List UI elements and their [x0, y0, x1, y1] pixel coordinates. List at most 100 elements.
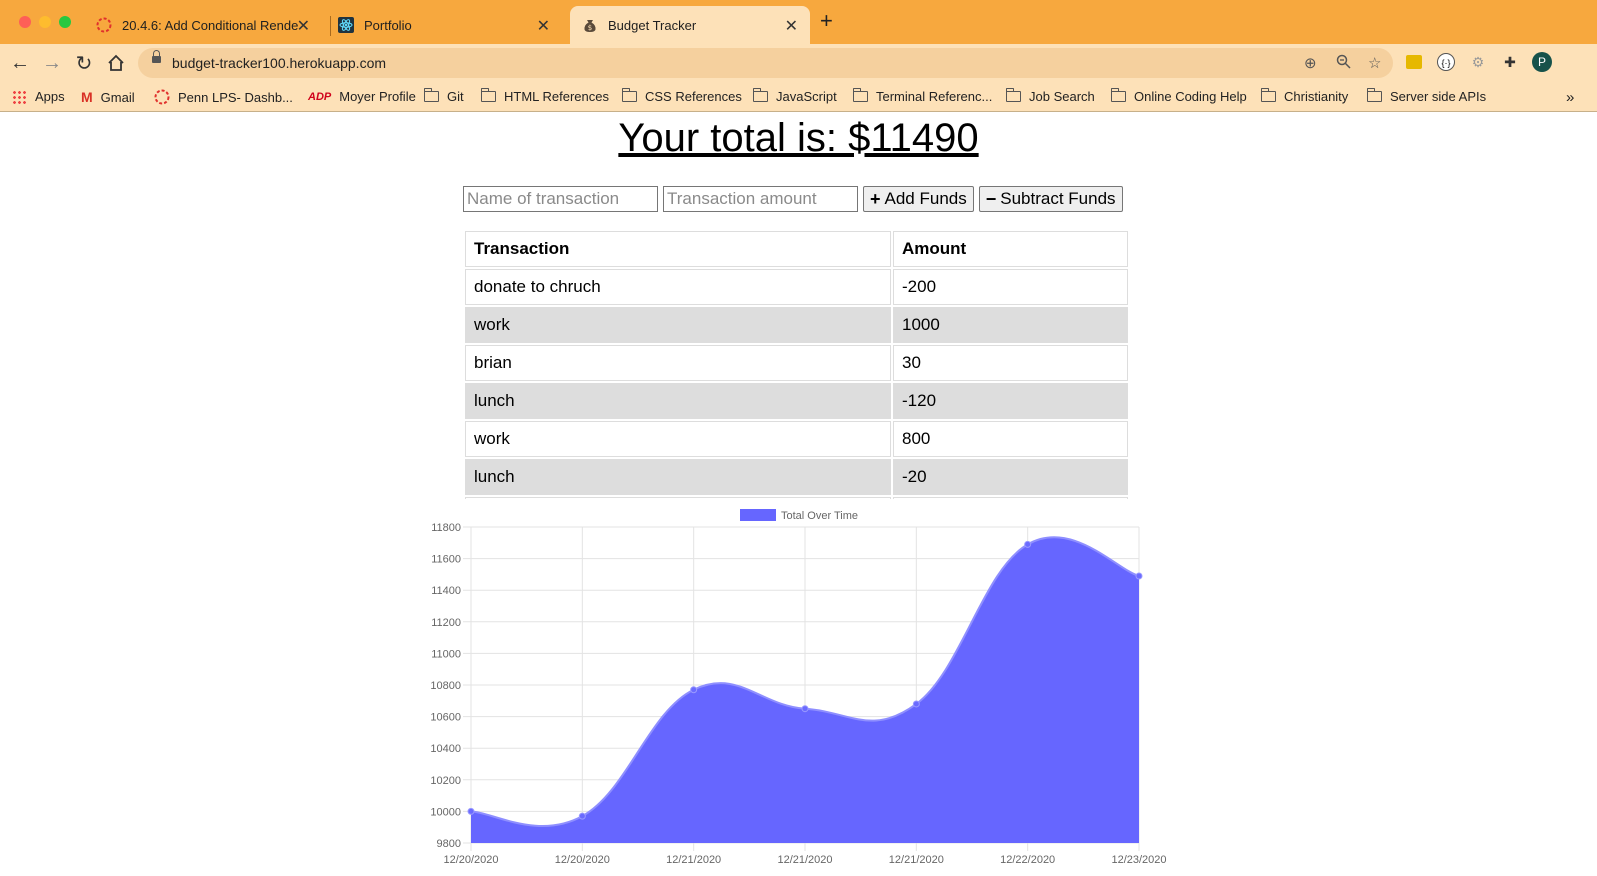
- bookmark-label: JavaScript: [776, 89, 837, 104]
- tab-conditional-rendering[interactable]: 20.4.6: Add Conditional Rende ✕: [96, 6, 322, 44]
- bookmark-server-side-apis[interactable]: Server side APIs: [1366, 88, 1487, 104]
- folder-icon: [423, 88, 439, 102]
- bookmark-label: HTML References: [504, 89, 609, 104]
- back-arrow-icon[interactable]: ←: [8, 51, 32, 75]
- add-funds-label: Add Funds: [884, 189, 967, 208]
- x-tick-label: 12/20/2020: [555, 854, 610, 866]
- transaction-amount-input[interactable]: [663, 186, 858, 212]
- minus-icon: −: [985, 188, 997, 209]
- url-text: budget-tracker100.herokuapp.com: [172, 55, 387, 71]
- bookmark-html-references[interactable]: HTML References: [480, 88, 609, 104]
- bookmark-label: Online Coding Help: [1134, 89, 1247, 104]
- home-icon[interactable]: [104, 51, 128, 75]
- transactions-table: Transaction Amount donate to chruch -200 …: [463, 229, 1130, 499]
- close-tab-icon[interactable]: ✕: [297, 16, 310, 36]
- svg-text:$: $: [588, 24, 592, 32]
- extensions-puzzle-icon[interactable]: ✚: [1500, 52, 1520, 72]
- bookmark-star-icon[interactable]: ☆: [1368, 54, 1381, 72]
- folder-icon: [1110, 88, 1126, 102]
- table-header-row: Transaction Amount: [465, 231, 1128, 267]
- transaction-name-cell: [465, 497, 891, 499]
- data-point: [467, 807, 475, 815]
- y-tick-label: 11400: [431, 585, 461, 597]
- bookmark-christianity[interactable]: Christianity: [1260, 88, 1348, 104]
- subtract-funds-button[interactable]: − Subtract Funds: [978, 186, 1123, 212]
- tab-bar: 20.4.6: Add Conditional Rende ✕ Portfoli…: [0, 0, 1597, 44]
- x-tick-label: 12/21/2020: [889, 854, 944, 866]
- bookmark-javascript[interactable]: JavaScript: [752, 88, 837, 104]
- bookmark-job-search[interactable]: Job Search: [1005, 88, 1095, 104]
- close-window-button[interactable]: [19, 16, 31, 28]
- forward-arrow-icon[interactable]: →: [40, 51, 64, 75]
- y-tick-label: 9800: [437, 838, 461, 850]
- y-tick-label: 11600: [431, 554, 461, 566]
- bookmark-label: Moyer Profile: [339, 89, 416, 104]
- transaction-amount-cell: 800: [893, 421, 1128, 457]
- browser-toolbar: ← → ↻ budget-tracker100.herokuapp.com ⊕ …: [0, 44, 1597, 83]
- table-row: brian 30: [465, 345, 1128, 381]
- total-heading: Your total is: $11490: [618, 116, 979, 160]
- transaction-amount-cell: 1000: [893, 307, 1128, 343]
- extension-gear-icon[interactable]: ⚙: [1468, 52, 1488, 72]
- folder-icon: [752, 88, 768, 102]
- bookmark-label: Server side APIs: [1390, 89, 1487, 104]
- total-over-time-chart: 9800 10000 10200 10400 10600 10800 11000 11200 1…: [430, 509, 1167, 866]
- plus-icon: +: [870, 188, 881, 209]
- y-tick-label: 11200: [431, 617, 461, 629]
- adp-icon: ADP: [308, 90, 332, 103]
- bookmark-apps[interactable]: Apps: [12, 89, 65, 104]
- legend-swatch: [740, 509, 776, 521]
- folder-icon: [1260, 88, 1276, 102]
- data-point: [578, 812, 586, 820]
- close-tab-icon[interactable]: ✕: [785, 16, 798, 36]
- table-row: work 1000: [465, 307, 1128, 343]
- table-row: donate to chruch -200: [465, 269, 1128, 305]
- transaction-name-input[interactable]: [463, 186, 658, 212]
- bookmark-label: Terminal Referenc...: [876, 89, 993, 104]
- add-funds-button[interactable]: + Add Funds: [863, 186, 974, 212]
- bookmark-label: Git: [447, 89, 464, 104]
- reload-icon[interactable]: ↻: [72, 51, 96, 75]
- tab-budget-tracker[interactable]: $ Budget Tracker ✕: [570, 6, 810, 44]
- x-tick-label: 12/21/2020: [777, 854, 832, 866]
- bookmark-online-coding-help[interactable]: Online Coding Help: [1110, 88, 1247, 104]
- folder-icon: [1366, 88, 1382, 102]
- y-tick-label: 11800: [431, 522, 461, 534]
- more-bookmarks-icon[interactable]: »: [1566, 89, 1574, 106]
- new-tab-button[interactable]: +: [820, 10, 833, 32]
- tab-title: Portfolio: [364, 17, 412, 33]
- bookmark-moyer-profile[interactable]: ADP Moyer Profile: [308, 89, 416, 104]
- table-row: lunch -120: [465, 383, 1128, 419]
- bookmark-git[interactable]: Git: [423, 88, 464, 104]
- x-tick-label: 12/22/2020: [1000, 854, 1055, 866]
- column-header-transaction: Transaction: [465, 231, 891, 267]
- transaction-amount-cell: [893, 497, 1128, 499]
- table-row: work 800: [465, 421, 1128, 457]
- install-app-icon[interactable]: ⊕: [1304, 54, 1317, 72]
- maximize-window-button[interactable]: [59, 16, 71, 28]
- data-point: [801, 705, 809, 713]
- y-tick-label: 10400: [430, 743, 461, 755]
- tab-portfolio[interactable]: Portfolio ✕: [338, 6, 562, 44]
- transaction-form: +Add Funds −Subtract Funds: [463, 186, 1123, 212]
- bookmark-penn-lps[interactable]: Penn LPS- Dashb...: [154, 89, 293, 105]
- extension-yellow-icon[interactable]: [1404, 52, 1424, 72]
- minimize-window-button[interactable]: [39, 16, 51, 28]
- profile-avatar[interactable]: P: [1532, 52, 1552, 72]
- address-bar[interactable]: budget-tracker100.herokuapp.com ⊕ ☆: [138, 48, 1393, 78]
- bookmark-label: Gmail: [100, 89, 135, 105]
- zoom-icon[interactable]: [1336, 54, 1351, 73]
- bookmark-terminal-reference[interactable]: Terminal Referenc...: [852, 88, 993, 104]
- x-tick-label: 12/23/2020: [1111, 854, 1166, 866]
- x-tick-label: 12/21/2020: [666, 854, 721, 866]
- bookmark-css-references[interactable]: CSS References: [621, 88, 742, 104]
- close-tab-icon[interactable]: ✕: [537, 16, 550, 36]
- bookmark-label: Job Search: [1029, 89, 1095, 104]
- extension-code-icon[interactable]: {·}: [1436, 52, 1456, 72]
- gmail-icon: M: [81, 89, 93, 105]
- tab-title: 20.4.6: Add Conditional Rende: [122, 17, 299, 33]
- legend-label: Total Over Time: [781, 510, 858, 522]
- bookmark-gmail[interactable]: M Gmail: [81, 89, 135, 105]
- y-tick-label: 10600: [430, 712, 461, 724]
- transactions-table-container[interactable]: Transaction Amount donate to chruch -200 …: [463, 229, 1130, 499]
